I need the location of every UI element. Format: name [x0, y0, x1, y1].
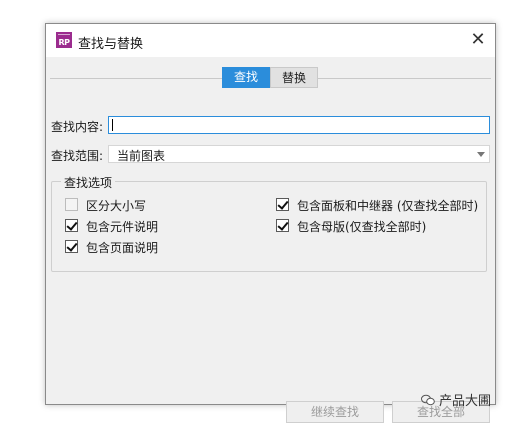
text-caret: [112, 119, 113, 131]
watermark-text: 产品大圃: [439, 394, 492, 409]
close-button[interactable]: ✕: [467, 29, 489, 51]
watermark: 产品大圃: [421, 390, 491, 409]
find-scope-value: 当前图表: [117, 149, 166, 163]
dialog-content: 查找 替换 查找内容: 查找范围: 当前图表 查找选项 区分大小写 包含元件说明: [46, 57, 495, 423]
tab-replace[interactable]: 替换: [270, 67, 318, 88]
find-scope-select[interactable]: 当前图表: [108, 145, 490, 163]
find-content-label: 查找内容:: [51, 120, 104, 134]
window-title: 查找与替换: [78, 37, 144, 52]
wechat-icon: [421, 394, 435, 405]
close-icon: ✕: [470, 29, 486, 50]
option-label: 包含元件说明: [86, 220, 159, 234]
dropdown-arrow-icon: [477, 152, 485, 157]
option-label: 包含页面说明: [86, 241, 159, 255]
include-page-notes-checkbox[interactable]: [65, 240, 78, 253]
option-label: 包含面板和中继器 (仅查找全部时): [297, 199, 479, 213]
match-case-checkbox[interactable]: [65, 198, 78, 211]
include-panels-repeaters-checkbox[interactable]: [276, 198, 289, 211]
axure-rp-app-icon: RP: [56, 32, 72, 48]
continue-find-button[interactable]: 继续查找: [286, 401, 384, 423]
option-label: 区分大小写: [86, 199, 147, 213]
find-scope-label: 查找范围:: [51, 149, 104, 163]
include-widget-notes-checkbox[interactable]: [65, 219, 78, 232]
title-bar: RP 查找与替换 ✕: [46, 24, 495, 57]
include-masters-checkbox[interactable]: [276, 219, 289, 232]
find-content-input[interactable]: [108, 116, 490, 134]
option-label: 包含母版(仅查找全部时): [297, 220, 427, 234]
find-replace-dialog: RP 查找与替换 ✕ 查找 替换 查找内容: 查找范围: 当前图表 查找选项 区…: [45, 23, 496, 423]
tab-find[interactable]: 查找: [222, 67, 270, 88]
find-options-legend: 查找选项: [61, 174, 116, 191]
find-options-group: 查找选项 区分大小写 包含元件说明 包含页面说明 包含面板和中继器 (仅查找全部…: [51, 174, 487, 272]
